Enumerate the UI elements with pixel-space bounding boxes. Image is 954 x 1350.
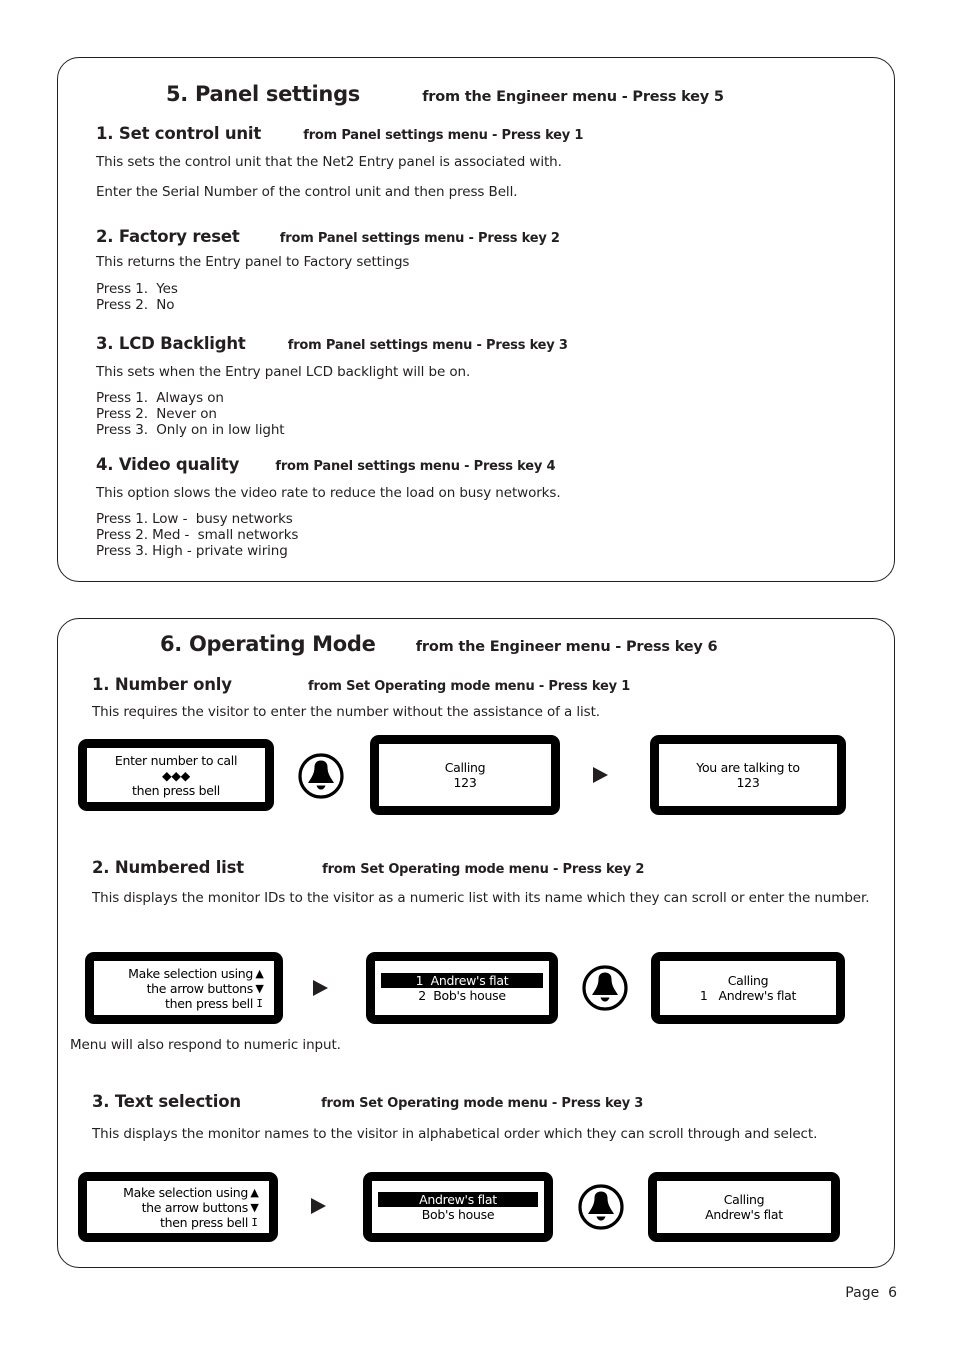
lcd-make-selection-numbered: Make selection using ▲ the arrow buttons… <box>85 952 283 1024</box>
down-arrow-icon: ▼ <box>250 1200 259 1214</box>
lcd-screen: 1 Andrew's flat 2 Bob's house <box>375 961 549 1015</box>
body-text-video-quality: This option slows the video rate to redu… <box>96 485 561 501</box>
lcd-line-2: 2 Bob's house <box>418 988 506 1003</box>
subsection-title: 3. Text selection <box>92 1092 241 1111</box>
subsection-title: 3. LCD Backlight <box>96 334 246 353</box>
lcd-calling-andrews-flat-numbered: Calling 1 Andrew's flat <box>651 952 845 1024</box>
subsection-title: 1. Set control unit <box>96 124 262 143</box>
subsection-heading-lcd-backlight: 3. LCD Backlight from Panel settings men… <box>96 334 568 353</box>
up-arrow-icon: ▲ <box>255 966 264 980</box>
option-list-factory-reset: Press 1. Yes Press 2. No <box>96 281 178 313</box>
subsection-title: 2. Numbered list <box>92 858 244 877</box>
lcd-screen: Calling 123 <box>379 744 551 806</box>
section-from-label: from the Engineer menu - Press key 6 <box>415 639 718 655</box>
subsection-from-label: from Set Operating mode menu - Press key… <box>322 862 645 877</box>
subsection-heading-video-quality: 4. Video quality from Panel settings men… <box>96 455 556 474</box>
page-footer: Page 6 <box>845 1285 897 1301</box>
lcd-line-1: Calling <box>444 760 486 775</box>
down-arrow-icon: ▼ <box>255 981 264 995</box>
option-list-video-quality: Press 1. Low - busy networks Press 2. Me… <box>96 511 299 559</box>
right-arrow-icon <box>313 980 328 996</box>
lcd-line-3: then press bell <box>132 782 220 798</box>
body-text-lcd-backlight: This sets when the Entry panel LCD backl… <box>96 364 471 380</box>
lcd-enter-number: Enter number to call ◆◆◆ then press bell <box>78 739 274 811</box>
lcd-line-1: Make selection using ▲ <box>87 1185 269 1200</box>
lcd-line-1: You are talking to <box>696 760 800 775</box>
lcd-line-2-text: the arrow buttons <box>141 1199 249 1215</box>
lcd-line-2: ◆◆◆ <box>162 767 190 783</box>
subsection-heading-numbered-list: 2. Numbered list from Set Operating mode… <box>92 858 644 877</box>
lcd-line-2: Bob's house <box>421 1207 495 1222</box>
subsection-from-label: from Set Operating mode menu - Press key… <box>308 679 631 694</box>
bell-icon <box>576 1182 626 1236</box>
body-text-text-selection: This displays the monitor names to the v… <box>92 1126 818 1142</box>
lcd-line-1-text: Make selection using <box>128 965 253 981</box>
lcd-line-selected: Andrew's flat <box>378 1192 538 1207</box>
lcd-line-1: Enter number to call <box>114 752 238 768</box>
lcd-line-2: Andrew's flat <box>705 1207 783 1222</box>
subsection-from-label: from Set Operating mode menu - Press key… <box>321 1096 644 1111</box>
lcd-line-2: the arrow buttons ▼ <box>87 1200 269 1215</box>
lcd-line-2: 123 <box>453 775 477 790</box>
lcd-make-selection-text: Make selection using ▲ the arrow buttons… <box>78 1172 278 1242</box>
section-heading-operating-mode: 6. Operating Mode from the Engineer menu… <box>160 632 718 656</box>
subsection-title: 4. Video quality <box>96 455 240 474</box>
lcd-line-2: the arrow buttons ▼ <box>94 981 274 996</box>
lcd-line-2: 123 <box>736 775 760 790</box>
lcd-line-2: 1 Andrew's flat <box>699 988 797 1003</box>
lcd-line-1: Calling <box>727 973 769 988</box>
note-numeric-input: Menu will also respond to numeric input. <box>70 1037 341 1053</box>
lcd-screen: You are talking to 123 <box>659 744 837 806</box>
lcd-line-3: then press bell ⵊ <box>87 1215 269 1230</box>
lcd-text-selection-list: Andrew's flat Bob's house <box>363 1172 553 1242</box>
section-title: 5. Panel settings <box>166 82 361 106</box>
body-text-factory-reset: This returns the Entry panel to Factory … <box>96 254 410 270</box>
lcd-line-1: Calling <box>723 1192 765 1207</box>
lcd-screen: Make selection using ▲ the arrow buttons… <box>94 961 274 1015</box>
bell-icon <box>580 963 630 1017</box>
lcd-line-1: Make selection using ▲ <box>94 966 274 981</box>
lcd-numbered-list-selection: 1 Andrew's flat 2 Bob's house <box>366 952 558 1024</box>
subsection-from-label: from Panel settings menu - Press key 2 <box>279 231 560 246</box>
subsection-from-label: from Panel settings menu - Press key 4 <box>275 459 556 474</box>
section-title: 6. Operating Mode <box>160 632 376 656</box>
body-text-number-only: This requires the visitor to enter the n… <box>92 704 600 720</box>
subsection-title: 1. Number only <box>92 675 232 694</box>
lcd-line-1-text: Make selection using <box>123 1184 248 1200</box>
lcd-line-2-text: the arrow buttons <box>146 980 254 996</box>
lcd-screen: Calling Andrew's flat <box>657 1181 831 1233</box>
lcd-calling-andrews-flat-text: Calling Andrew's flat <box>648 1172 840 1242</box>
lcd-line-selected: 1 Andrew's flat <box>381 973 543 988</box>
section-from-label: from the Engineer menu - Press key 5 <box>422 89 724 105</box>
right-arrow-icon <box>593 767 608 783</box>
lcd-talking-to-123: You are talking to 123 <box>650 735 846 815</box>
lcd-calling-123: Calling 123 <box>370 735 560 815</box>
bell-icon <box>296 751 346 805</box>
right-arrow-icon <box>311 1198 326 1214</box>
subsection-from-label: from Panel settings menu - Press key 1 <box>303 128 584 143</box>
lcd-screen: Make selection using ▲ the arrow buttons… <box>87 1181 269 1233</box>
subsection-title: 2. Factory reset <box>96 227 240 246</box>
subsection-heading-text-selection: 3. Text selection from Set Operating mod… <box>92 1092 643 1111</box>
bell-glyph-icon: ⵊ <box>251 1215 258 1229</box>
subsection-heading-set-control-unit: 1. Set control unit from Panel settings … <box>96 124 583 143</box>
lcd-screen: Calling 1 Andrew's flat <box>660 961 836 1015</box>
lcd-screen: Enter number to call ◆◆◆ then press bell <box>87 748 265 802</box>
section-heading-panel-settings: 5. Panel settings from the Engineer menu… <box>166 82 724 106</box>
subsection-heading-number-only: 1. Number only from Set Operating mode m… <box>92 675 630 694</box>
body-text-set-control-unit-2: Enter the Serial Number of the control u… <box>96 184 518 200</box>
up-arrow-icon: ▲ <box>250 1185 259 1199</box>
lcd-line-3: then press bell ⵊ <box>94 996 274 1011</box>
option-list-lcd-backlight: Press 1. Always on Press 2. Never on Pre… <box>96 390 285 438</box>
lcd-line-3-text: then press bell <box>160 1214 248 1230</box>
body-text-set-control-unit-1: This sets the control unit that the Net2… <box>96 154 562 170</box>
body-text-numbered-list: This displays the monitor IDs to the vis… <box>92 890 870 906</box>
bell-glyph-icon: ⵊ <box>256 996 263 1010</box>
lcd-line-3-text: then press bell <box>165 995 253 1011</box>
subsection-from-label: from Panel settings menu - Press key 3 <box>287 338 568 353</box>
subsection-heading-factory-reset: 2. Factory reset from Panel settings men… <box>96 227 560 246</box>
lcd-screen: Andrew's flat Bob's house <box>372 1181 544 1233</box>
